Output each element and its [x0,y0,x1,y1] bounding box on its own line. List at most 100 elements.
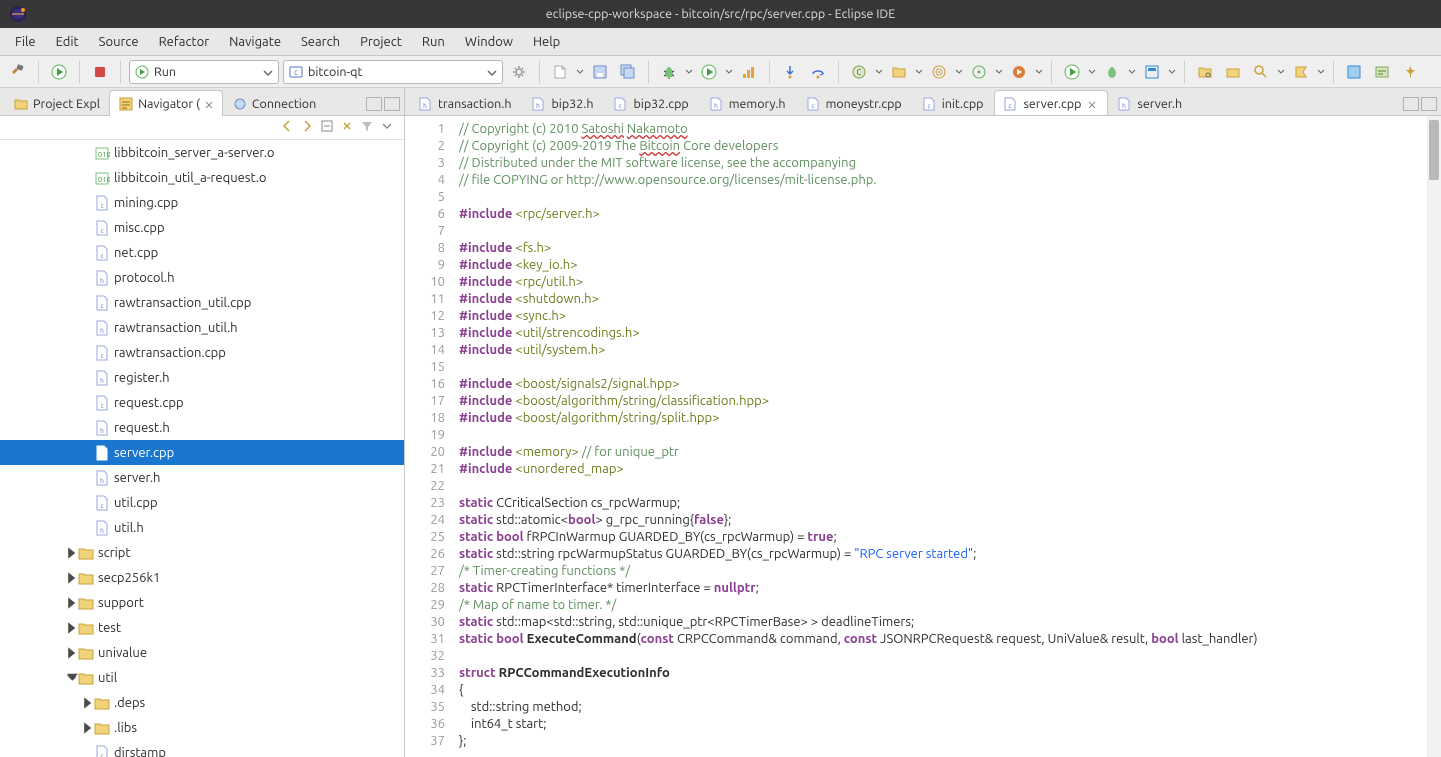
tree-item[interactable]: hprotocol.h [0,265,404,290]
tree-item[interactable]: cdirstamp [0,740,404,757]
tree-item[interactable]: support [0,590,404,615]
navigator-tree[interactable]: 010libbitcoin_server_a-server.o010libbit… [0,140,404,757]
vertical-scrollbar[interactable] [1427,116,1441,757]
editor-tab-moneystr-cpp[interactable]: cmoneystr.cpp [797,90,913,116]
open-element-button[interactable] [1221,60,1245,84]
run-last-dropdown[interactable] [1088,60,1096,84]
pin-button[interactable] [1398,60,1422,84]
tree-item[interactable]: cutil.cpp [0,490,404,515]
debug-button[interactable] [657,60,681,84]
tree-item[interactable]: hrawtransaction_util.h [0,315,404,340]
profile-button[interactable] [737,60,761,84]
step-over-button[interactable] [806,60,830,84]
view-tab-connection[interactable]: Connection [223,90,325,116]
debug-last-button[interactable] [1100,60,1124,84]
editor-maximize-button[interactable] [1421,97,1437,111]
pin-editor-button[interactable] [1342,60,1366,84]
run-last-button[interactable] [1060,60,1084,84]
run-play-button[interactable] [697,60,721,84]
tree-twist-closed[interactable] [64,546,78,560]
tree-item[interactable]: crawtransaction_util.cpp [0,290,404,315]
forward-icon[interactable] [300,119,314,136]
menu-edit[interactable]: Edit [47,31,88,53]
editor-minimize-button[interactable] [1403,97,1419,111]
stop-button[interactable] [88,60,112,84]
new-folder-button[interactable] [887,60,911,84]
view-menu-icon[interactable] [380,119,394,136]
menu-refactor[interactable]: Refactor [150,31,219,53]
new-dropdown[interactable] [576,60,584,84]
tree-item[interactable]: script [0,540,404,565]
tasks-button[interactable] [1370,60,1394,84]
editor-tab-server-cpp[interactable]: cserver.cpp [994,90,1108,116]
close-icon[interactable] [1087,99,1097,109]
view-tab-projectexpl[interactable]: Project Expl [4,90,109,116]
save-all-button[interactable] [616,60,640,84]
tree-item[interactable]: crequest.cpp [0,390,404,415]
editor-tab-memory-h[interactable]: hmemory.h [700,90,797,116]
new-folder-dropdown[interactable] [915,60,923,84]
tree-twist-closed[interactable] [64,596,78,610]
search-button[interactable] [1249,60,1273,84]
launch-mode-combo[interactable]: Run [129,60,279,84]
tree-item[interactable]: crawtransaction.cpp [0,340,404,365]
tree-item[interactable]: hserver.h [0,465,404,490]
tree-item[interactable]: .libs [0,715,404,740]
editor-tab-bip32-cpp[interactable]: cbip32.cpp [604,90,699,116]
run-dropdown[interactable] [725,60,733,84]
menu-navigate[interactable]: Navigate [220,31,290,53]
menu-search[interactable]: Search [292,31,349,53]
new-cpp-class-button[interactable]: C [847,60,871,84]
close-icon[interactable] [204,99,214,109]
code-content[interactable]: // Copyright (c) 2010 Satoshi Nakamoto /… [453,116,1441,757]
make-target-button[interactable] [967,60,991,84]
tree-item[interactable]: hutil.h [0,515,404,540]
tree-twist-open[interactable] [64,671,78,685]
coverage-button[interactable] [1140,60,1164,84]
tree-item[interactable]: hregister.h [0,365,404,390]
view-minimize-button[interactable] [366,97,382,111]
tree-twist-closed[interactable] [64,621,78,635]
run-button[interactable] [47,60,71,84]
source-editor[interactable]: 1234567891011121314151617181920212223242… [405,116,1441,757]
tree-twist-closed[interactable] [64,646,78,660]
save-button[interactable] [588,60,612,84]
coverage-dropdown[interactable] [1168,60,1176,84]
new-cpp-class-dropdown[interactable] [875,60,883,84]
tree-item[interactable]: cmining.cpp [0,190,404,215]
view-tab-navigator[interactable]: Navigator ( [109,90,223,116]
menu-file[interactable]: File [6,31,45,53]
debug-dropdown[interactable] [685,60,693,84]
target-button[interactable] [927,60,951,84]
make-target-build-button[interactable] [1007,60,1031,84]
link-with-editor-icon[interactable] [340,119,354,136]
open-type-button[interactable] [1193,60,1217,84]
make-target-dropdown[interactable] [995,60,1003,84]
editor-tab-server-h[interactable]: hserver.h [1108,90,1193,116]
menu-source[interactable]: Source [90,31,148,53]
menu-project[interactable]: Project [351,31,411,53]
tree-twist-closed[interactable] [80,721,94,735]
tree-item[interactable]: cserver.cpp [0,440,404,465]
launch-config-gear-button[interactable] [507,60,531,84]
menu-run[interactable]: Run [413,31,454,53]
toggle-mark-button[interactable] [1289,60,1313,84]
target-dropdown[interactable] [955,60,963,84]
tree-item[interactable]: 010libbitcoin_server_a-server.o [0,140,404,165]
tree-item[interactable]: secp256k1 [0,565,404,590]
tree-item[interactable]: .deps [0,690,404,715]
launch-target-combo[interactable]: c bitcoin-qt [283,60,503,84]
tree-item[interactable]: util [0,665,404,690]
search-dropdown[interactable] [1277,60,1285,84]
tree-twist-closed[interactable] [80,696,94,710]
tree-item[interactable]: cmisc.cpp [0,215,404,240]
tree-item[interactable]: test [0,615,404,640]
step-into-button[interactable] [778,60,802,84]
toggle-mark-dropdown[interactable] [1317,60,1325,84]
back-icon[interactable] [280,119,294,136]
editor-tab-init-cpp[interactable]: cinit.cpp [913,90,995,116]
tree-twist-closed[interactable] [64,571,78,585]
make-target-build-dropdown[interactable] [1035,60,1043,84]
tree-item[interactable]: 010libbitcoin_util_a-request.o [0,165,404,190]
collapse-all-icon[interactable] [320,119,334,136]
